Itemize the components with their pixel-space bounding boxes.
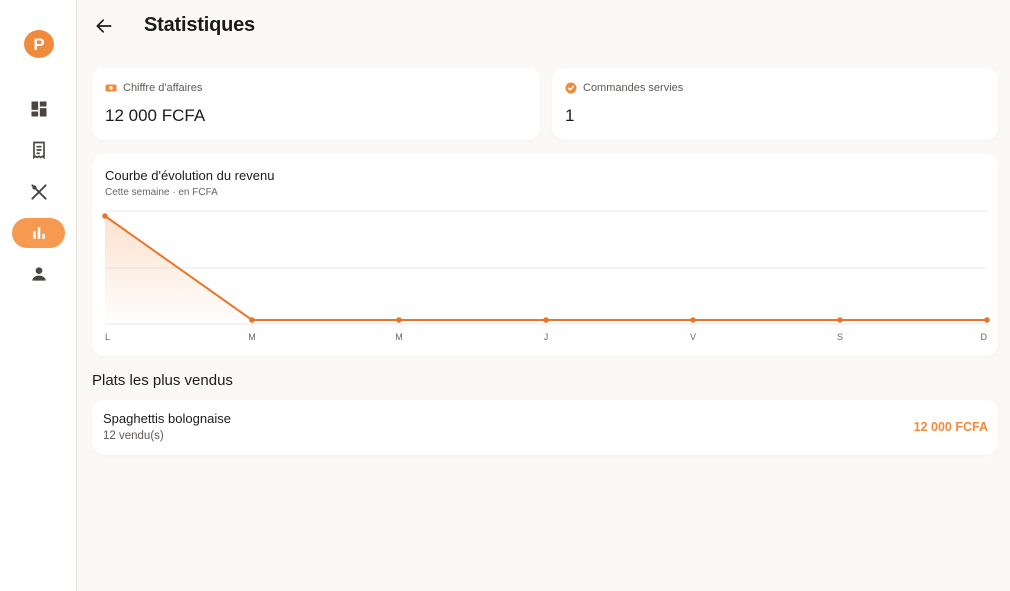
chart-point[interactable] [249, 317, 255, 323]
chart-point[interactable] [102, 213, 108, 219]
revenue-chart-card: Courbe d'évolution du revenu Cette semai… [92, 154, 998, 356]
chart-point[interactable] [984, 317, 990, 323]
sidebar: P [0, 0, 77, 591]
sidebar-item-menu[interactable] [12, 177, 65, 207]
revenue-card: Chiffre d'affaires 12 000 FCFA [92, 68, 540, 140]
arrow-left-icon [96, 19, 112, 33]
orders-card: Commandes servies 1 [552, 68, 998, 140]
app-logo[interactable]: P [24, 30, 54, 58]
sidebar-item-dashboard[interactable] [12, 94, 65, 124]
chart-point[interactable] [543, 317, 549, 323]
orders-label: Commandes servies [583, 82, 684, 94]
revenue-label: Chiffre d'affaires [123, 82, 203, 94]
logo-letter: P [33, 34, 45, 54]
check-circle-icon [565, 82, 577, 94]
x-tick-label: S [837, 332, 843, 342]
dish-name: Spaghettis bolognaise [103, 411, 231, 426]
revenue-value: 12 000 FCFA [105, 106, 206, 125]
sidebar-item-orders[interactable] [12, 135, 65, 165]
dish-sold-count: 12 vendu(s) [103, 430, 164, 442]
bar-chart-icon [32, 227, 45, 239]
orders-value: 1 [565, 106, 575, 125]
money-icon [105, 82, 117, 94]
dish-row[interactable]: Spaghettis bolognaise 12 vendu(s) 12 000… [92, 400, 998, 455]
back-button[interactable] [92, 14, 116, 38]
chart-point[interactable] [690, 317, 696, 323]
person-icon [31, 267, 46, 281]
sidebar-item-statistics[interactable] [12, 218, 65, 248]
chart-point[interactable] [396, 317, 402, 323]
x-tick-label: V [690, 332, 696, 342]
chart-point[interactable] [837, 317, 843, 323]
x-tick-label: D [981, 332, 988, 342]
dashboard-icon [31, 101, 46, 117]
revenue-line-chart: LMMJVSD [102, 210, 990, 342]
receipt-icon [32, 141, 45, 160]
restaurant-icon [30, 184, 47, 200]
x-tick-label: J [544, 332, 549, 342]
top-dishes-title: Plats les plus vendus [92, 372, 233, 389]
page-title: Statistiques [144, 14, 255, 36]
sidebar-item-profile[interactable] [12, 259, 65, 289]
x-tick-label: M [395, 332, 403, 342]
dish-revenue: 12 000 FCFA [913, 420, 988, 434]
x-tick-label: L [105, 332, 110, 342]
x-tick-label: M [248, 332, 256, 342]
